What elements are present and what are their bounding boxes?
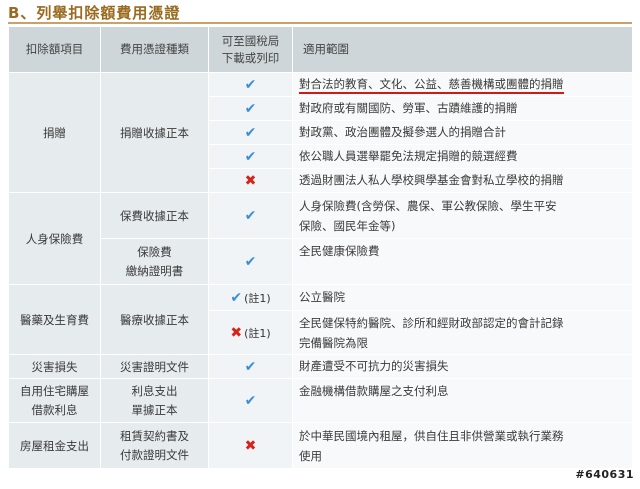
scope-cell: 人身保險費(含勞保、農保、軍公教保險、學生平安 保險、國民年金等) — [292, 192, 633, 239]
cross-icon: ✖ — [230, 324, 243, 341]
check-icon: ✔ — [244, 148, 257, 165]
scope-cell: 依公職人員選舉罷免法規定捐贈的競選經費 — [292, 144, 633, 169]
voucher-medical: 醫療收據正本 — [100, 284, 209, 355]
check-icon: ✔ — [244, 392, 257, 409]
cross-icon: ✖ — [244, 172, 257, 189]
voucher-insurance-premium: 保費收據正本 — [100, 192, 209, 239]
scope-cell: 公立醫院 — [292, 284, 633, 311]
download-cell: ✔ — [208, 354, 293, 379]
check-icon: ✔ — [244, 76, 257, 93]
scope-cell: 財產遭受不可抗力的災害損失 — [292, 354, 633, 379]
item-disaster: 災害損失 — [8, 354, 101, 379]
item-line: 自用住宅購屋 — [20, 384, 89, 398]
download-cell: ✔ — [208, 378, 293, 423]
download-cell: ✖ (註1) — [208, 310, 293, 355]
note-label: (註1) — [244, 291, 271, 305]
scope-cell: 全民健康保險費 — [292, 238, 633, 285]
voucher-donation: 捐贈收據正本 — [100, 72, 209, 193]
table-row: 人身保險費 保費收據正本 ✔ 人身保險費(含勞保、農保、軍公教保險、學生平安 保… — [8, 192, 633, 285]
scope-line: 全民健保特約醫院、診所和經財政部認定的會計記錄 — [299, 315, 564, 330]
deduction-table: 扣除額項目 費用憑證種類 可至國稅局 下載或列印 適用範圍 捐贈 捐贈收據正本 … — [8, 26, 633, 469]
header-item: 扣除額項目 — [8, 26, 101, 73]
download-cell: ✔ — [208, 144, 293, 169]
scope-cell: 對合法的教育、文化、公益、慈善機構或團體的捐贈 — [292, 72, 633, 97]
scope-line: 於中華民國境內租屋，供自住且非供營業或執行業務 — [299, 428, 564, 443]
scope-cell: 對政府或有關國防、勞軍、古蹟維護的捐贈 — [292, 96, 633, 121]
scope-cell: 透過財團法人私人學校興學基金會對私立學校的捐贈 — [292, 168, 633, 193]
check-icon: ✔ — [244, 358, 257, 375]
voucher-line: 付款證明文件 — [120, 448, 189, 462]
scope-cell: 金融機構借款購屋之支付利息 — [292, 378, 633, 423]
scope-cell: 於中華民國境內租屋，供自住且非供營業或執行業務 使用 — [292, 422, 633, 469]
title-divider — [8, 22, 632, 24]
scope-line: 完備醫院為限 — [299, 335, 368, 350]
download-cell: ✔ — [208, 72, 293, 97]
download-cell: ✔ — [208, 120, 293, 145]
scope-line: 使用 — [299, 448, 322, 463]
header-download: 可至國稅局 下載或列印 — [208, 26, 293, 73]
item-line: 借款利息 — [31, 403, 78, 417]
table-row: 醫藥及生育費 醫療收據正本 ✔ (註1) 公立醫院 — [8, 284, 633, 355]
section-title: B、列舉扣除額費用憑證 — [8, 4, 181, 22]
download-cell: ✖ — [208, 422, 293, 469]
download-cell: ✔ (註1) — [208, 284, 293, 311]
download-cell: ✔ — [208, 96, 293, 121]
header-voucher: 費用憑證種類 — [100, 26, 209, 73]
scope-text-highlighted: 對合法的教育、文化、公益、慈善機構或團體的捐贈 — [299, 77, 564, 94]
voucher-disaster: 災害證明文件 — [100, 354, 209, 379]
header-scope: 適用範圍 — [292, 26, 633, 73]
header-download-line1: 可至國稅局 — [221, 33, 280, 48]
check-icon: ✔ — [244, 124, 257, 141]
table-row: 房屋租金支出 租賃契約書及 付款證明文件 ✖ 於中華民國境內租屋，供自住且非供營… — [8, 422, 633, 469]
table-row: 捐贈 捐贈收據正本 ✔ 對合法的教育、文化、公益、慈善機構或團體的捐贈 — [8, 72, 633, 193]
note-label: (註1) — [244, 326, 271, 340]
scope-cell: 全民健保特約醫院、診所和經財政部認定的會計記錄 完備醫院為限 — [292, 310, 633, 355]
check-icon: ✔ — [230, 289, 243, 306]
watermark-id: #640631 — [575, 468, 634, 481]
voucher-line: 租賃契約書及 — [120, 429, 189, 443]
download-cell: ✔ — [208, 238, 293, 285]
table-row: 自用住宅購屋 借款利息 利息支出 單據正本 ✔ 金融機構借款購屋之支付利息 — [8, 378, 633, 423]
download-cell: ✔ — [208, 192, 293, 239]
download-cell: ✖ — [208, 168, 293, 193]
item-medical: 醫藥及生育費 — [8, 284, 101, 355]
item-donation: 捐贈 — [8, 72, 101, 193]
scope-line: 人身保險費(含勞保、農保、軍公教保險、學生平安 — [299, 198, 557, 213]
check-icon: ✔ — [244, 207, 257, 224]
cross-icon: ✖ — [244, 437, 257, 454]
voucher-mortgage: 利息支出 單據正本 — [100, 378, 209, 423]
voucher-rent: 租賃契約書及 付款證明文件 — [100, 422, 209, 469]
voucher-insurance-certificate: 保險費 繳納證明書 — [100, 238, 209, 285]
item-mortgage: 自用住宅購屋 借款利息 — [8, 378, 101, 423]
voucher-line: 保險費 — [137, 245, 172, 259]
scope-cell: 對政黨、政治團體及擬參選人的捐贈合計 — [292, 120, 633, 145]
table-header-row: 扣除額項目 費用憑證種類 可至國稅局 下載或列印 適用範圍 — [8, 26, 633, 73]
table-row: 災害損失 災害證明文件 ✔ 財產遭受不可抗力的災害損失 — [8, 354, 633, 379]
voucher-line: 繳納證明書 — [125, 264, 184, 278]
item-insurance: 人身保險費 — [8, 192, 101, 285]
scope-line: 保險、國民年金等) — [299, 218, 396, 233]
voucher-line: 利息支出 — [131, 384, 178, 398]
voucher-line: 單據正本 — [131, 403, 178, 417]
header-download-line2: 下載或列印 — [221, 50, 280, 65]
check-icon: ✔ — [244, 100, 257, 117]
check-icon: ✔ — [244, 253, 257, 270]
table-row: 保險費 繳納證明書 ✔ 全民健康保險費 — [9, 238, 633, 285]
item-rent: 房屋租金支出 — [8, 422, 101, 469]
